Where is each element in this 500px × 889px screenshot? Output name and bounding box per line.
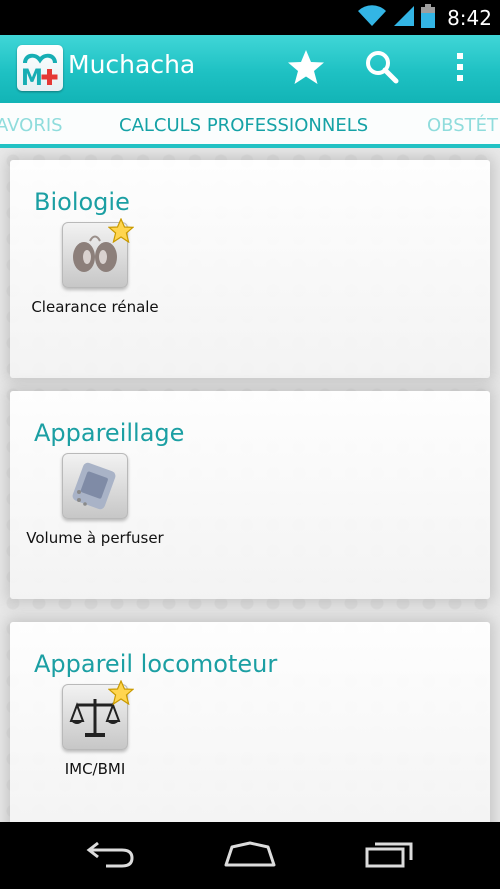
navigation-bar (0, 822, 500, 889)
search-button[interactable] (358, 45, 406, 93)
content-area[interactable]: Biologie Clearance rénale Appareillage V… (0, 148, 500, 822)
app-title: Muchacha (68, 50, 196, 79)
tab-calculs-professionnels[interactable]: CALCULS PROFESSIONNELS (119, 115, 368, 136)
back-button[interactable] (76, 834, 146, 878)
status-icons: 8:42 (357, 0, 492, 35)
section-card-biologie: Biologie Clearance rénale (10, 160, 490, 378)
tab-favoris[interactable]: AVORIS (0, 115, 63, 136)
recent-apps-icon (365, 840, 415, 872)
overflow-menu-icon (455, 52, 465, 86)
home-icon (224, 841, 276, 871)
tab-obstetrique[interactable]: OBSTÉT (427, 115, 498, 136)
section-title: Appareillage (34, 419, 185, 447)
signal-icon (393, 5, 415, 31)
section-title: Biologie (34, 188, 130, 216)
star-icon (287, 49, 325, 89)
battery-icon (421, 3, 436, 32)
app-logo-icon[interactable]: M (17, 45, 63, 91)
tool-label: IMC/BMI (64, 760, 126, 778)
wifi-icon (357, 4, 387, 31)
favorites-button[interactable] (282, 45, 330, 93)
tool-label: Volume à perfuser (26, 529, 164, 547)
search-icon (364, 49, 400, 89)
tool-label: Clearance rénale (31, 298, 159, 316)
tab-strip: AVORIS CALCULS PROFESSIONNELS OBSTÉT (0, 103, 500, 148)
action-bar: M Muchacha (0, 35, 500, 103)
favorite-star-icon (107, 679, 135, 709)
iv-bag-icon (62, 453, 128, 519)
svg-text:M: M (21, 66, 43, 91)
status-bar: 8:42 (0, 0, 500, 35)
back-icon (86, 839, 136, 873)
home-button[interactable] (215, 834, 285, 878)
section-card-appareil-locomoteur: Appareil locomoteur IMC/BMI (10, 622, 490, 822)
status-time: 8:42 (447, 5, 492, 30)
favorite-star-icon (107, 217, 135, 247)
recent-apps-button[interactable] (355, 834, 425, 878)
overflow-menu-button[interactable] (436, 45, 484, 93)
section-title: Appareil locomoteur (34, 650, 278, 678)
section-card-appareillage: Appareillage Volume à perfuser (10, 391, 490, 599)
